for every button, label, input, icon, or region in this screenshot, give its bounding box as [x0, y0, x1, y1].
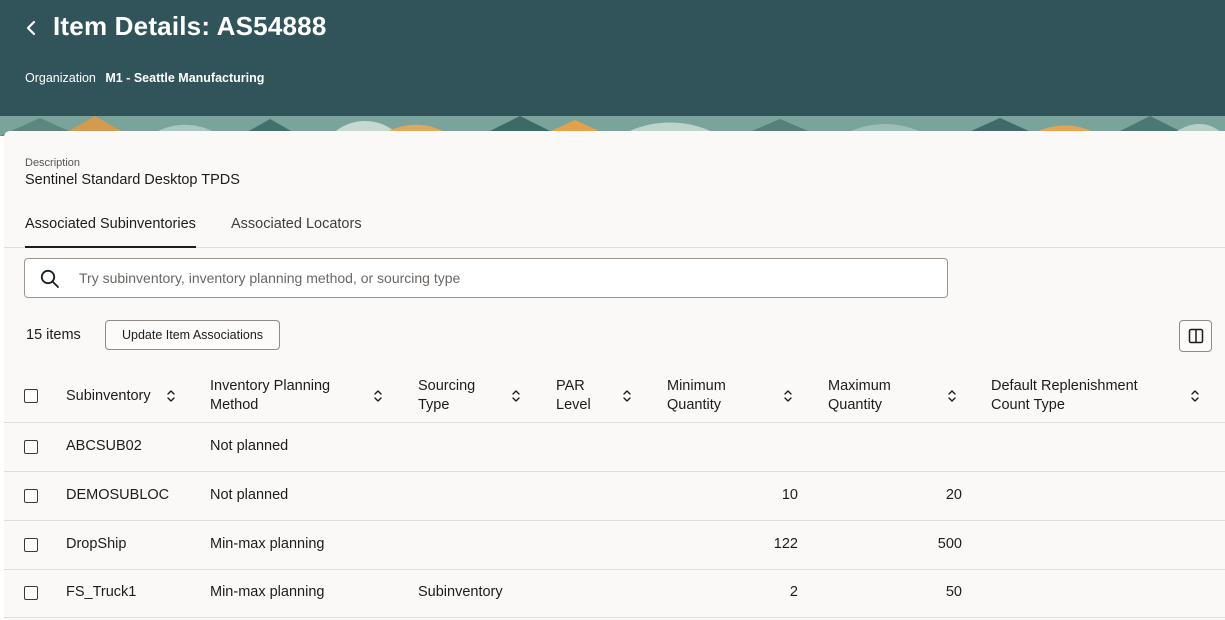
sort-icon[interactable]	[510, 388, 522, 404]
tab-associated-locators[interactable]: Associated Locators	[231, 216, 362, 246]
cell-maximum-quantity: 50	[945, 584, 962, 600]
cell-maximum-quantity: 20	[945, 487, 962, 503]
column-header-maximum-quantity[interactable]: Maximum Quantity	[828, 377, 891, 415]
row-checkbox[interactable]	[24, 538, 38, 552]
tab-bar: Associated Subinventories Associated Loc…	[4, 207, 1225, 248]
chevron-left-icon	[26, 20, 36, 36]
column-header-par-level[interactable]: PAR Level	[556, 377, 591, 415]
select-all-checkbox[interactable]	[24, 389, 38, 403]
cell-planning-method: Not planned	[210, 487, 289, 503]
description-value: Sentinel Standard Desktop TPDS	[25, 172, 240, 188]
cell-subinventory: ABCSUB02	[66, 438, 142, 454]
item-count: 15 items	[26, 327, 81, 343]
table-row[interactable]: FS_Truck1 Min-max planning Subinventory …	[4, 569, 1225, 618]
cell-sourcing-type: Subinventory	[418, 584, 503, 600]
row-checkbox[interactable]	[24, 489, 38, 503]
column-header-minimum-quantity[interactable]: Minimum Quantity	[667, 377, 726, 415]
update-item-associations-button[interactable]: Update Item Associations	[105, 320, 280, 350]
cell-subinventory: DropShip	[66, 536, 127, 552]
table-row[interactable]: ABCSUB02 Not planned	[4, 423, 1225, 472]
tab-associated-subinventories[interactable]: Associated Subinventories	[25, 216, 196, 248]
table-header: Subinventory Inventory Planning Method S…	[4, 369, 1225, 423]
sort-icon[interactable]	[621, 388, 633, 404]
cell-maximum-quantity: 500	[937, 536, 962, 552]
organization-value: M1 - Seattle Manufacturing	[105, 71, 265, 85]
search-field[interactable]	[24, 258, 948, 298]
cell-minimum-quantity: 10	[781, 487, 798, 503]
page-header: Item Details: AS54888 Organization M1 - …	[0, 0, 1225, 131]
search-icon	[39, 268, 61, 290]
sort-icon[interactable]	[165, 388, 177, 404]
column-header-sourcing-type[interactable]: Sourcing Type	[418, 377, 475, 415]
organization-label: Organization	[25, 71, 96, 85]
cell-minimum-quantity: 122	[773, 536, 798, 552]
row-checkbox[interactable]	[24, 586, 38, 600]
columns-icon	[1188, 328, 1203, 344]
table-row[interactable]: DropShip Min-max planning 122 500	[4, 521, 1225, 570]
sort-icon[interactable]	[1189, 388, 1201, 404]
column-header-inventory-planning-method[interactable]: Inventory Planning Method	[210, 377, 330, 415]
sort-icon[interactable]	[782, 388, 794, 404]
cell-planning-method: Not planned	[210, 438, 289, 454]
cell-planning-method: Min-max planning	[210, 584, 325, 600]
item-details-card: Description Sentinel Standard Desktop TP…	[4, 131, 1225, 620]
description-label: Description	[25, 157, 81, 169]
cell-subinventory: DEMOSUBLOC	[66, 487, 170, 503]
sort-icon[interactable]	[372, 388, 384, 404]
cell-subinventory: FS_Truck1	[66, 584, 137, 600]
organization-info: Organization M1 - Seattle Manufacturing	[25, 71, 264, 85]
page-title: Item Details: AS54888	[53, 11, 327, 41]
search-input[interactable]	[77, 260, 931, 296]
column-header-subinventory[interactable]: Subinventory	[66, 387, 151, 406]
table-row[interactable]: DEMOSUBLOC Not planned 10 20	[4, 472, 1225, 521]
row-checkbox[interactable]	[24, 440, 38, 454]
manage-columns-button[interactable]	[1179, 320, 1212, 352]
sort-icon[interactable]	[946, 388, 958, 404]
cell-minimum-quantity: 2	[789, 584, 798, 600]
cell-planning-method: Min-max planning	[210, 536, 325, 552]
back-button[interactable]	[18, 14, 44, 42]
column-header-default-replenishment-count-type[interactable]: Default Replenishment Count Type	[991, 377, 1138, 415]
